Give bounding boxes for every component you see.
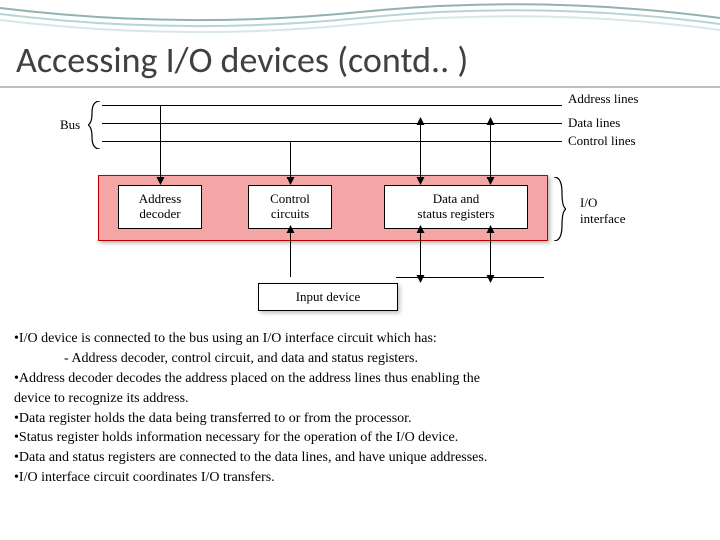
address-line	[102, 105, 562, 106]
arrow-head	[487, 177, 495, 185]
arrow-data-reg2	[490, 123, 491, 179]
data-status-registers-label: Data and status registers	[418, 192, 495, 222]
arrow-data-reg1	[420, 123, 421, 179]
arrow-ctrl-to-device	[290, 230, 291, 277]
data-status-registers-box: Data and status registers	[384, 185, 528, 229]
top-wave	[0, 0, 720, 40]
page-title: Accessing I/O devices (contd.. )	[16, 38, 468, 82]
control-circuits-label: Control circuits	[270, 192, 310, 222]
bullet-5: •Data and status registers are connected…	[14, 449, 706, 468]
address-decoder-label: Address decoder	[139, 192, 182, 222]
arrow-head	[417, 225, 425, 233]
arrow-head	[157, 177, 165, 185]
device-connector	[396, 277, 544, 278]
bullet-3: •Data register holds the data being tran…	[14, 410, 706, 429]
arrow-reg-to-device1	[420, 230, 421, 277]
input-device-label: Input device	[296, 289, 361, 305]
arrow-head	[417, 117, 425, 125]
arrow-ctrl-to-circuits	[290, 141, 291, 179]
left-curly-brace	[88, 101, 102, 149]
control-line	[102, 141, 562, 142]
bullet-1-sub: - Address decoder, control circuit, and …	[14, 350, 706, 369]
bullet-2: •Address decoder decodes the address pla…	[14, 370, 706, 389]
data-line-label: Data lines	[568, 115, 620, 131]
bullet-6: •I/O interface circuit coordinates I/O t…	[14, 469, 706, 488]
input-device-box: Input device	[258, 283, 398, 311]
bus-label: Bus	[60, 117, 80, 133]
io-interface-label: I/O interface	[580, 195, 625, 226]
bullet-1: •I/O device is connected to the bus usin…	[14, 330, 706, 349]
control-circuits-box: Control circuits	[248, 185, 332, 229]
bullet-4: •Status register holds information neces…	[14, 429, 706, 448]
title-underline	[0, 86, 720, 88]
bus-diagram: Bus Address lines Data lines Control lin…	[60, 95, 660, 325]
arrow-head	[287, 177, 295, 185]
arrow-head	[287, 225, 295, 233]
arrow-addr-to-decoder	[160, 105, 161, 179]
arrow-head	[487, 117, 495, 125]
arrow-reg-to-device2	[490, 230, 491, 277]
arrow-head	[487, 225, 495, 233]
right-curly-brace	[552, 177, 566, 241]
body-text: •I/O device is connected to the bus usin…	[14, 330, 706, 489]
address-decoder-box: Address decoder	[118, 185, 202, 229]
bullet-2-cont: device to recognize its address.	[14, 390, 706, 409]
control-line-label: Control lines	[568, 133, 636, 149]
arrow-head	[417, 177, 425, 185]
address-line-label: Address lines	[568, 91, 638, 107]
